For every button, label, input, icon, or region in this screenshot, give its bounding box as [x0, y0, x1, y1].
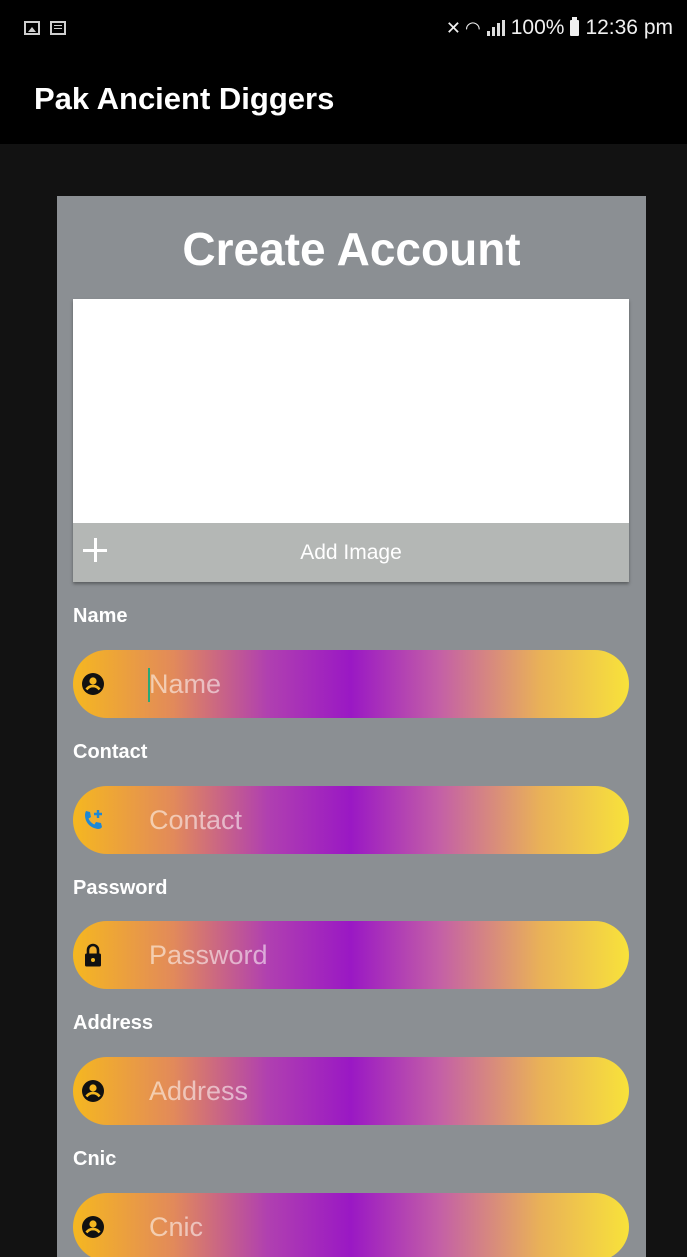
- notification-icons: [24, 21, 66, 35]
- name-field-container[interactable]: [73, 650, 629, 718]
- screen: ✕ ◠ 100% 12:36 pm Pak Ancient Diggers Cr…: [0, 0, 687, 1257]
- address-field-container[interactable]: [73, 1057, 629, 1125]
- name-input[interactable]: [149, 650, 599, 718]
- mute-icon: ✕: [445, 17, 461, 38]
- page-title: Create Account: [182, 223, 521, 275]
- contact-input[interactable]: [149, 786, 599, 854]
- contact-label: Contact: [73, 741, 148, 763]
- battery-icon: [570, 17, 580, 36]
- password-field-container[interactable]: [73, 921, 629, 989]
- image-preview[interactable]: Add Image: [73, 299, 629, 582]
- add-image-label: Add Image: [300, 541, 402, 564]
- name-label: Name: [73, 605, 128, 627]
- signal-icon: [486, 20, 505, 36]
- status-indicators: ✕ ◠ 100% 12:36 pm: [446, 16, 673, 40]
- app-title: Pak Ancient Diggers: [34, 81, 335, 116]
- password-label: Password: [73, 877, 168, 899]
- person-icon: [81, 672, 105, 696]
- address-label: Address: [73, 1012, 154, 1034]
- app-bar: Pak Ancient Diggers: [0, 62, 687, 144]
- gallery-notification-icon: [24, 21, 40, 35]
- cnic-field-container[interactable]: [73, 1193, 629, 1257]
- create-account-card: Create Account Add Image Name Contact Pa…: [57, 196, 646, 1257]
- person-icon: [81, 1215, 105, 1239]
- contact-field-container[interactable]: [73, 786, 629, 854]
- status-bar: ✕ ◠ 100% 12:36 pm: [0, 0, 687, 62]
- person-icon: [81, 1079, 105, 1103]
- clock: 12:36 pm: [585, 16, 673, 39]
- cnic-input[interactable]: [149, 1193, 599, 1257]
- cnic-label: Cnic: [73, 1148, 117, 1170]
- add-call-icon: [81, 808, 105, 832]
- address-input[interactable]: [149, 1057, 599, 1125]
- battery-percentage: 100%: [510, 16, 565, 39]
- lock-icon: [81, 943, 105, 967]
- password-input[interactable]: [149, 921, 599, 989]
- add-image-button[interactable]: Add Image: [73, 523, 629, 582]
- document-notification-icon: [50, 21, 66, 35]
- wifi-icon: ◠: [465, 17, 481, 38]
